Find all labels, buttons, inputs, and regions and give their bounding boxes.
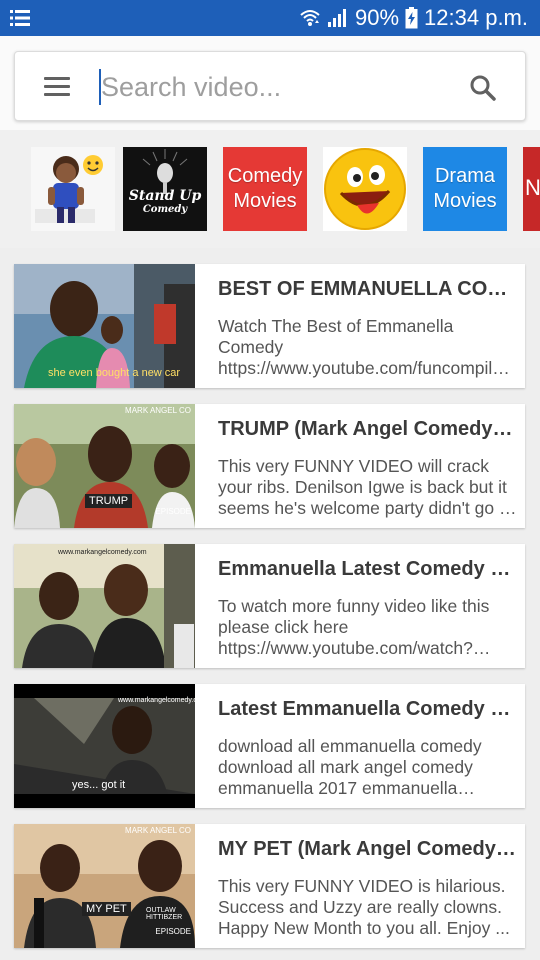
thumbnail-caption: MY PET: [82, 902, 131, 916]
video-card[interactable]: www.markangelcomedy.com yes... got it La…: [14, 684, 525, 808]
thumbnail-top-text: www.markangelcomedy.com: [58, 549, 147, 556]
stand-up-label: Stand Up: [128, 188, 202, 204]
thumbnail-caption: yes... got it: [72, 779, 126, 791]
category-drama-movies[interactable]: Drama Movies: [423, 147, 507, 231]
thumbnail-episode: EPISODE: [155, 507, 191, 516]
partial-category-label: N: [525, 175, 540, 200]
video-card[interactable]: www.markangelcomedy.com Emmanuella Lates…: [14, 544, 525, 668]
video-title: TRUMP (Mark Angel Comedy) (Episode 127): [218, 418, 518, 440]
video-title: MY PET (Mark Angel Comedy) (Episode 118): [218, 838, 518, 860]
notification-list-icon: [10, 10, 30, 26]
video-description: Watch The Best of Emmanella Comedy https…: [218, 316, 518, 378]
category-laughing-emoji[interactable]: [323, 147, 407, 231]
video-card[interactable]: she even bought a new car BEST OF EMMANU…: [14, 264, 525, 388]
status-bar: 90% 12:34 p.m.: [0, 0, 540, 36]
video-title: Emmanuella Latest Comedy 2017: [218, 558, 518, 580]
comedy-label: Comedy: [142, 204, 188, 215]
drama-movies-label: Drama Movies: [433, 165, 497, 212]
video-card[interactable]: MARK ANGEL CO TRUMP EPISODE TRUMP (Mark …: [14, 404, 525, 528]
search-box: [14, 51, 526, 121]
video-description: This very FUNNY VIDEO will crack your ri…: [218, 456, 518, 518]
category-kid-emoji[interactable]: [31, 147, 115, 231]
thumbnail-caption: TRUMP: [85, 494, 133, 508]
search-area: [0, 36, 540, 130]
video-description: This very FUNNY VIDEO is hilarious. Succ…: [218, 876, 510, 938]
search-input[interactable]: [101, 67, 451, 107]
video-title: BEST OF EMMANUELLA COMEDY: [218, 278, 518, 300]
video-description: To watch more funny video like this plea…: [218, 596, 490, 658]
search-icon[interactable]: [469, 74, 497, 102]
category-strip: Stand Up Comedy Comedy Movies Drama Movi…: [0, 130, 540, 248]
battery-percent: 90%: [355, 5, 400, 30]
signal-icon: [328, 9, 346, 27]
video-description: download all emmanuella comedy download …: [218, 736, 482, 798]
category-partial[interactable]: N: [523, 147, 540, 231]
thumbnail-shirt-text: OUTLAW HITTIBZER: [146, 907, 183, 921]
thumbnail-caption: she even bought a new car: [48, 367, 181, 379]
video-title: Latest Emmanuella Comedy 2017: [218, 698, 518, 720]
category-comedy-movies[interactable]: Comedy Movies: [223, 147, 307, 231]
video-list: she even bought a new car BEST OF EMMANU…: [0, 248, 540, 960]
thumbnail-top-text: MARK ANGEL CO: [125, 406, 191, 415]
wifi-icon: [300, 10, 320, 26]
video-card[interactable]: MARK ANGEL CO MY PET OUTLAW HITTIBZER EP…: [14, 824, 525, 948]
menu-icon[interactable]: [44, 77, 70, 97]
battery-charging-icon: [405, 7, 418, 29]
video-thumbnail[interactable]: www.markangelcomedy.com yes... got it: [14, 684, 195, 808]
comedy-movies-label: Comedy Movies: [227, 165, 303, 212]
thumbnail-episode: EPISODE: [155, 927, 191, 936]
thumbnail-top-text: MARK ANGEL CO: [125, 826, 191, 835]
clock: 12:34 p.m.: [424, 5, 528, 30]
video-thumbnail[interactable]: www.markangelcomedy.com: [14, 544, 195, 668]
thumbnail-top-text: www.markangelcomedy.com: [118, 697, 195, 704]
kid-emoji-image: [31, 147, 115, 231]
video-thumbnail[interactable]: MARK ANGEL CO MY PET OUTLAW HITTIBZER EP…: [14, 824, 195, 948]
video-thumbnail[interactable]: she even bought a new car: [14, 264, 195, 388]
category-stand-up-comedy[interactable]: Stand Up Comedy: [123, 147, 207, 231]
laughing-emoji-icon: [323, 147, 407, 231]
video-thumbnail[interactable]: MARK ANGEL CO TRUMP EPISODE: [14, 404, 195, 528]
